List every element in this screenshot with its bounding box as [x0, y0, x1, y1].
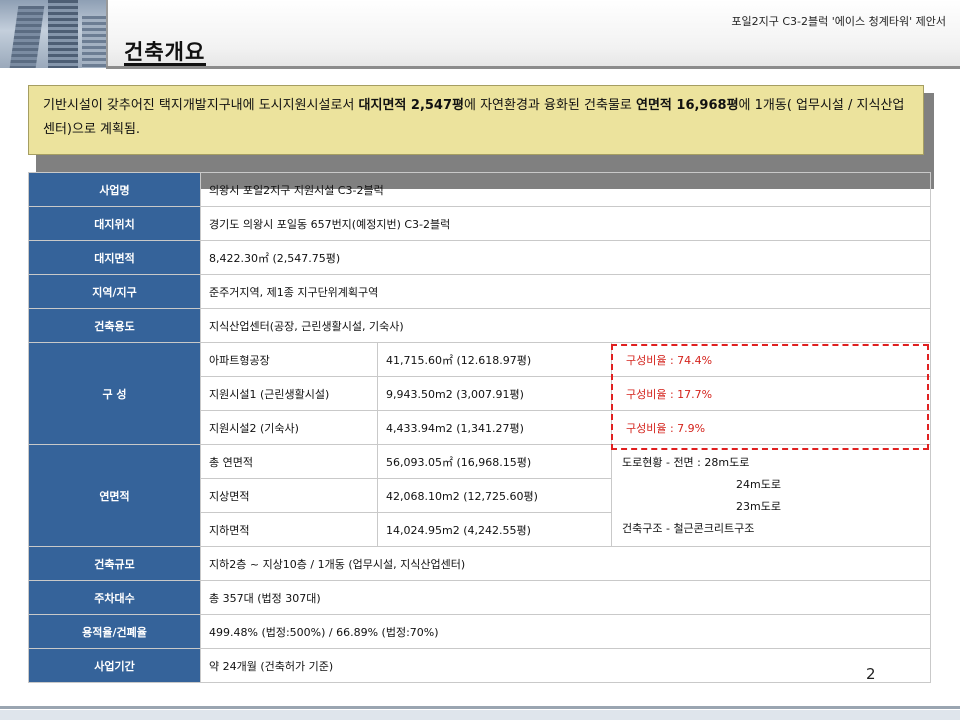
- composition-ratio: 구성비율 : 7.9%: [611, 410, 931, 445]
- row-label-composition: 구 성: [28, 342, 201, 445]
- composition-name: 지원시설1 (근린생활시설): [200, 376, 378, 411]
- floor-area-notes: 도로현황 - 전면 : 28m도로 24m도로 23m도로 건축구조 - 철근콘…: [611, 444, 931, 547]
- row-value-site-area: 8,422.30㎡ (2,547.75평): [200, 240, 931, 275]
- table-row: 지역/지구 준주거지역, 제1종 지구단위계획구역: [28, 274, 931, 309]
- row-value-parking: 총 357대 (법정 307대): [200, 580, 931, 615]
- road-24m-note: 24m도로: [736, 477, 781, 491]
- row-label-location: 대지위치: [28, 206, 201, 241]
- floor-area-name: 지상면적: [200, 478, 378, 513]
- row-label-zone: 지역/지구: [28, 274, 201, 309]
- table-row: 사업기간 약 24개월 (건축허가 기준): [28, 648, 931, 683]
- header-bar: [106, 0, 960, 68]
- structure-note: 건축구조 - 철근콘크리트구조: [622, 521, 755, 535]
- table-row: 사업명 의왕시 포일2지구 지원시설 C3-2블럭: [28, 172, 931, 207]
- header-divider: [106, 0, 108, 68]
- row-value-scale: 지하2층 ~ 지상10층 / 1개동 (업무시설, 지식산업센터): [200, 546, 931, 581]
- document-subtitle: 포일2지구 C3-2블럭 '에이스 청계타워' 제안서: [731, 15, 946, 28]
- header-rule: [106, 66, 960, 69]
- row-value-use: 지식산업센터(공장, 근린생활시설, 기숙사): [200, 308, 931, 343]
- summary-text-1: 기반시설이 갖추어진 택지개발지구내에 도시지원시설로서: [43, 98, 359, 113]
- composition-name: 아파트형공장: [200, 342, 378, 377]
- page-title: 건축개요: [124, 40, 206, 64]
- summary-highlight-site-area: 대지면적 2,547평: [358, 98, 464, 113]
- composition-ratio: 구성비율 : 17.7%: [611, 376, 931, 411]
- row-label-project: 사업명: [28, 172, 201, 207]
- composition-name: 지원시설2 (기숙사): [200, 410, 378, 445]
- table-row: 건축용도 지식산업센터(공장, 근린생활시설, 기숙사): [28, 308, 931, 343]
- road-23m-note: 23m도로: [736, 499, 781, 513]
- floor-area-name: 총 연면적: [200, 444, 378, 479]
- row-label-parking: 주차대수: [28, 580, 201, 615]
- floor-area-name: 지하면적: [200, 512, 378, 547]
- summary-text-2: 에 자연환경과 융화된 건축물로: [463, 98, 636, 113]
- row-label-ratio: 용적율/건폐율: [28, 614, 201, 649]
- table-row: 대지위치 경기도 의왕시 포일동 657번지(예정지번) C3-2블럭: [28, 206, 931, 241]
- building-overview-table: 사업명 의왕시 포일2지구 지원시설 C3-2블럭 대지위치 경기도 의왕시 포…: [28, 172, 931, 683]
- floor-area-value: 14,024.95m2 (4,242.55평): [377, 512, 612, 547]
- header-building-image: [0, 0, 106, 68]
- row-label-use: 건축용도: [28, 308, 201, 343]
- title-underline: [124, 63, 206, 66]
- summary-box: 기반시설이 갖추어진 택지개발지구내에 도시지원시설로서 대지면적 2,547평…: [28, 85, 924, 155]
- table-row: 구 성 아파트형공장 41,715.60㎡ (12.618.97평) 구성비율 …: [28, 342, 931, 445]
- composition-area: 4,433.94m2 (1,341.27평): [377, 410, 612, 445]
- composition-area: 41,715.60㎡ (12.618.97평): [377, 342, 612, 377]
- floor-area-value: 56,093.05㎡ (16,968.15평): [377, 444, 612, 479]
- composition-ratio: 구성비율 : 74.4%: [611, 342, 931, 377]
- footer-rule: [0, 706, 960, 709]
- table-row: 주차대수 총 357대 (법정 307대): [28, 580, 931, 615]
- row-value-project: 의왕시 포일2지구 지원시설 C3-2블럭: [200, 172, 931, 207]
- row-label-floor-area: 연면적: [28, 444, 201, 547]
- row-value-location: 경기도 의왕시 포일동 657번지(예정지번) C3-2블럭: [200, 206, 931, 241]
- road-status-note: 도로현황 - 전면 : 28m도로: [622, 455, 750, 469]
- table-row: 대지면적 8,422.30㎡ (2,547.75평): [28, 240, 931, 275]
- table-row: 건축규모 지하2층 ~ 지상10층 / 1개동 (업무시설, 지식산업센터): [28, 546, 931, 581]
- table-row: 용적율/건폐율 499.48% (법정:500%) / 66.89% (법정:7…: [28, 614, 931, 649]
- row-value-ratio: 499.48% (법정:500%) / 66.89% (법정:70%): [200, 614, 931, 649]
- row-value-zone: 준주거지역, 제1종 지구단위계획구역: [200, 274, 931, 309]
- table-row: 연면적 총 연면적 56,093.05㎡ (16,968.15평) 도로현황 -…: [28, 444, 931, 547]
- page-number: 2: [866, 665, 876, 683]
- composition-area: 9,943.50m2 (3,007.91평): [377, 376, 612, 411]
- row-label-scale: 건축규모: [28, 546, 201, 581]
- row-label-site-area: 대지면적: [28, 240, 201, 275]
- floor-area-value: 42,068.10m2 (12,725.60평): [377, 478, 612, 513]
- summary-highlight-floor-area: 연면적 16,968평: [636, 98, 739, 113]
- row-value-period: 약 24개월 (건축허가 기준): [200, 648, 931, 683]
- footer-band: [0, 710, 960, 720]
- row-label-period: 사업기간: [28, 648, 201, 683]
